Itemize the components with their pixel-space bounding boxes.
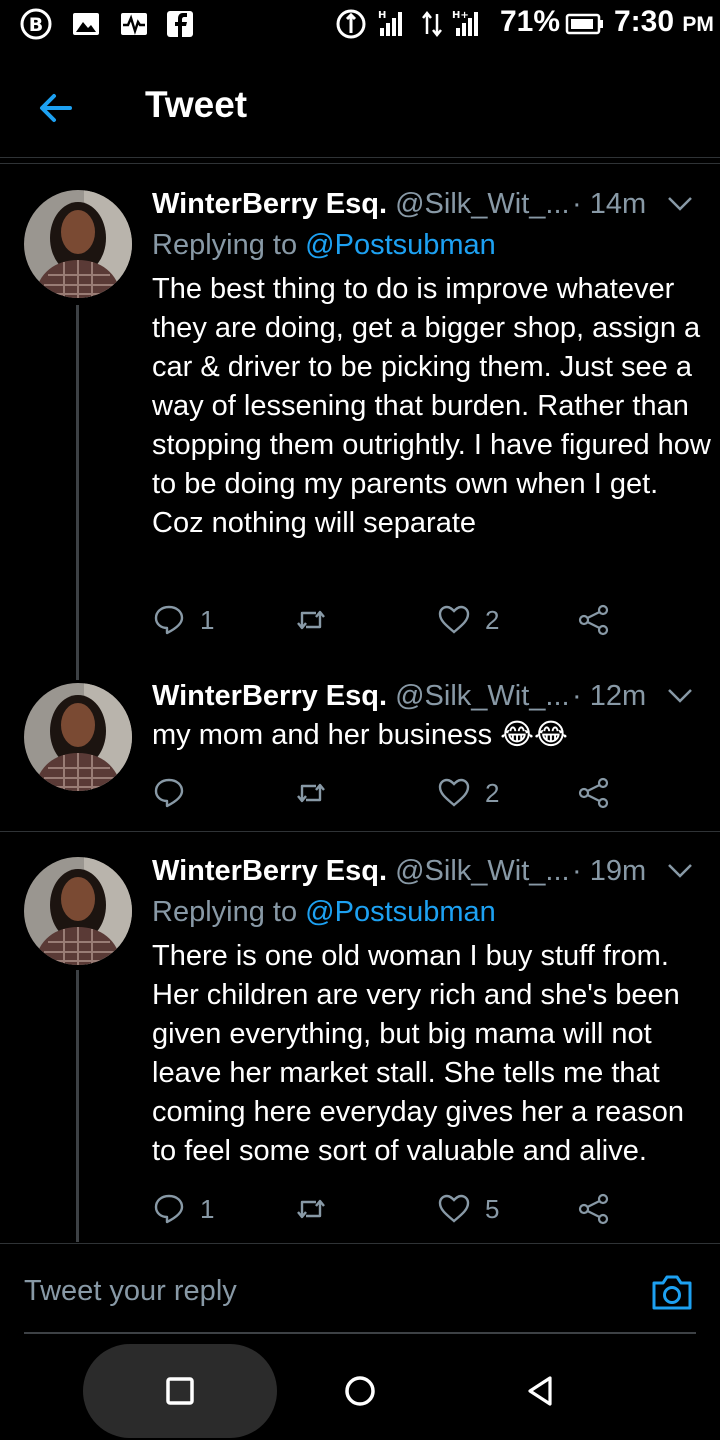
author-name: WinterBerry Esq. (152, 680, 388, 712)
bitcoin-notification-icon: B (20, 8, 52, 40)
reply-count: 1 (200, 1193, 215, 1224)
home-circle-icon[interactable] (342, 1373, 378, 1409)
reply-input[interactable]: Tweet your reply (24, 1275, 237, 1308)
tweet-author[interactable]: WinterBerry Esq. @Silk_Wit_... (152, 188, 570, 221)
share-button[interactable] (577, 773, 611, 813)
chevron-down-icon[interactable] (667, 196, 693, 212)
chevron-down-icon[interactable] (667, 863, 693, 879)
retweet-icon (297, 610, 325, 630)
tweet-text: There is one old woman I buy stuff from.… (152, 940, 684, 1167)
signal-h-icon: H (378, 10, 402, 36)
status-bar: B H H+ 71% 7:30 PM (0, 0, 720, 50)
clock-time: 7:30 (614, 5, 675, 38)
reply-underline (24, 1332, 696, 1334)
reply-button[interactable]: 1 (152, 1189, 214, 1229)
recents-square-icon[interactable] (162, 1373, 198, 1409)
thread-line (76, 305, 79, 680)
share-icon (578, 604, 609, 636)
header-divider (0, 157, 720, 158)
back-arrow-icon[interactable] (34, 86, 78, 130)
author-name: WinterBerry Esq. (152, 188, 388, 220)
tweet-author[interactable]: WinterBerry Esq. @Silk_Wit_... (152, 680, 570, 713)
avatar-image (24, 857, 132, 965)
tweet-actions: 1 2 (152, 600, 632, 640)
reply-icon (154, 605, 184, 635)
like-count: 2 (485, 604, 500, 635)
heart-icon (438, 1194, 470, 1223)
retweet-icon (297, 783, 325, 803)
like-button[interactable]: 2 (437, 773, 499, 813)
heart-icon (438, 778, 470, 807)
svg-text:B: B (29, 14, 43, 36)
retweet-button[interactable] (294, 1189, 342, 1229)
signal-hplus-icon: H+ (452, 10, 478, 36)
reply-count: 1 (200, 604, 215, 635)
svg-text:H: H (378, 10, 386, 21)
share-icon (578, 1193, 609, 1225)
tweet-actions: 2 (152, 773, 632, 813)
chevron-down-icon[interactable] (667, 688, 693, 704)
author-handle: @Silk_Wit_... (395, 680, 570, 712)
avatar[interactable] (24, 190, 132, 298)
battery-icon (565, 13, 603, 35)
retweet-icon (297, 1199, 325, 1219)
tweet-text: my mom and her business 😂😂 (152, 719, 568, 751)
author-handle: @Silk_Wit_... (395, 855, 570, 887)
image-notification-icon (73, 13, 99, 35)
reply-icon (154, 778, 184, 808)
activity-notification-icon (121, 13, 147, 35)
data-transfer-icon (422, 10, 442, 38)
reply-icon (154, 1194, 184, 1224)
navigation-bar (0, 1340, 720, 1440)
mention-link[interactable]: @Postsubman (305, 896, 496, 928)
heart-icon (438, 605, 470, 634)
tweet-author[interactable]: WinterBerry Esq. @Silk_Wit_... (152, 855, 570, 888)
tweet-divider (0, 831, 720, 832)
thread-line (76, 970, 79, 1242)
tweet-time: · 19m (572, 855, 647, 887)
header-divider-2 (0, 163, 720, 164)
avatar-image (24, 190, 132, 298)
tweet-divider (0, 1243, 720, 1244)
tweet-time: · 12m (572, 680, 647, 712)
share-button[interactable] (577, 1189, 611, 1229)
battery-percent: 71% (500, 5, 561, 38)
reply-bar: Tweet your reply (0, 1245, 720, 1335)
camera-icon[interactable] (650, 1270, 694, 1314)
data-saver-icon (336, 9, 366, 39)
clock-ampm: PM (682, 13, 714, 36)
replying-to: Replying to @Postsubman (152, 896, 496, 929)
replying-to-label: Replying to (152, 229, 298, 261)
mention-link[interactable]: @Postsubman (305, 229, 496, 261)
avatar[interactable] (24, 683, 132, 791)
avatar-image (24, 683, 132, 791)
like-button[interactable]: 2 (437, 600, 499, 640)
replying-to: Replying to @Postsubman (152, 229, 496, 262)
like-count: 5 (485, 1193, 500, 1224)
share-icon (578, 777, 609, 809)
tweet-text: The best thing to do is improve whatever… (152, 273, 711, 539)
like-button[interactable]: 5 (437, 1189, 499, 1229)
avatar[interactable] (24, 857, 132, 965)
back-triangle-icon[interactable] (522, 1373, 558, 1409)
tweet-time: · 14m (572, 188, 647, 220)
share-button[interactable] (577, 600, 611, 640)
tweet-actions: 1 5 (152, 1189, 632, 1229)
like-count: 2 (485, 777, 500, 808)
page-title: Tweet (145, 84, 248, 125)
reply-button[interactable] (152, 773, 200, 813)
reply-button[interactable]: 1 (152, 600, 214, 640)
svg-text:H+: H+ (452, 10, 469, 21)
header: Tweet (0, 60, 720, 160)
author-name: WinterBerry Esq. (152, 855, 388, 887)
retweet-button[interactable] (294, 773, 342, 813)
replying-to-label: Replying to (152, 896, 298, 928)
facebook-notification-icon (167, 11, 193, 37)
clock: 7:30 PM (614, 5, 714, 39)
retweet-button[interactable] (294, 600, 342, 640)
author-handle: @Silk_Wit_... (395, 188, 570, 220)
